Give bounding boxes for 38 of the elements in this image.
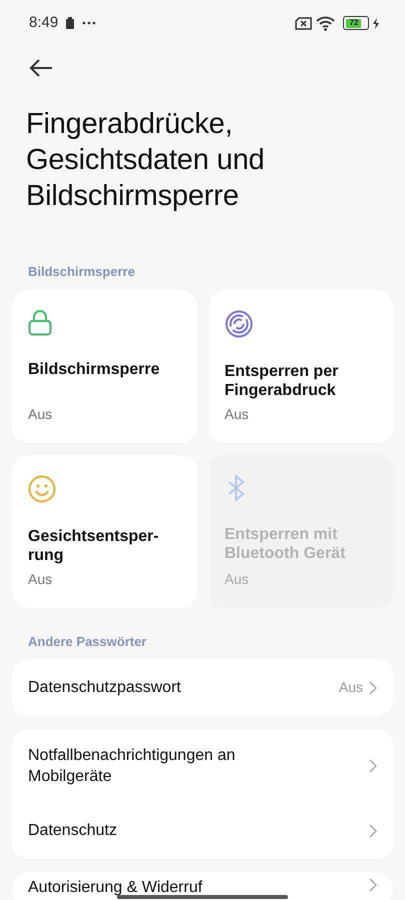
battery-percent: 72 [348, 18, 360, 28]
charging-icon [373, 18, 379, 28]
tile-title: Entsperren mit Bluetooth Gerät [224, 524, 346, 562]
row-value: Aus [338, 678, 363, 697]
no-sim-icon [295, 16, 312, 30]
battery-saver-icon [66, 17, 74, 29]
section-label: Andere Passwörter [28, 632, 148, 650]
lock-icon [28, 310, 52, 336]
setting-tile[interactable]: Entsperren per Fingerabdruck Aus [208, 290, 393, 442]
chevron-icon [369, 680, 377, 694]
setting-tile[interactable]: Gesichtsentsper-rung Aus [12, 454, 196, 608]
row-label: Datenschutz [28, 821, 118, 841]
back-icon[interactable] [28, 58, 54, 78]
setting-tile[interactable]: Bildschirmsperre Aus [12, 290, 196, 442]
tile-title: Entsperren per Fingerabdruck [224, 362, 340, 400]
settings-row[interactable]: Datenschutzpasswort Aus [12, 659, 393, 716]
settings-row[interactable]: Datenschutz [12, 802, 393, 859]
tile-title: Gesichtsentsper-rung [28, 526, 160, 564]
wifi-icon [316, 16, 335, 30]
tile-status: Aus [224, 404, 250, 424]
clock: 8:49 [29, 12, 58, 33]
section-label: Bildschirmsperre [28, 263, 136, 281]
settings-row[interactable]: Notfallbenachrichtigungen an Mobilgeräte [12, 729, 393, 802]
tile-status: Aus [28, 404, 54, 424]
fingerprint-icon [224, 310, 252, 338]
settings-row[interactable]: Autorisierung & Widerruf [12, 872, 393, 900]
tile-title: Bildschirmsperre [28, 360, 161, 380]
row-label: Notfallbenachrichtigungen an Mobilgeräte [28, 746, 236, 786]
page-title: Fingerabdrücke, Gesichtsdaten und Bildschirmsperre [26, 107, 266, 214]
tile-status: Aus [28, 570, 54, 588]
chevron-icon [369, 758, 377, 772]
row-label: Autorisierung & Widerruf [28, 878, 202, 897]
chevron-icon [369, 878, 377, 892]
more-icon [82, 21, 96, 25]
smiley-icon [28, 474, 56, 502]
chevron-icon [369, 824, 377, 838]
row-label: Datenschutzpasswort [28, 678, 182, 698]
tile-status: Aus [224, 570, 250, 588]
